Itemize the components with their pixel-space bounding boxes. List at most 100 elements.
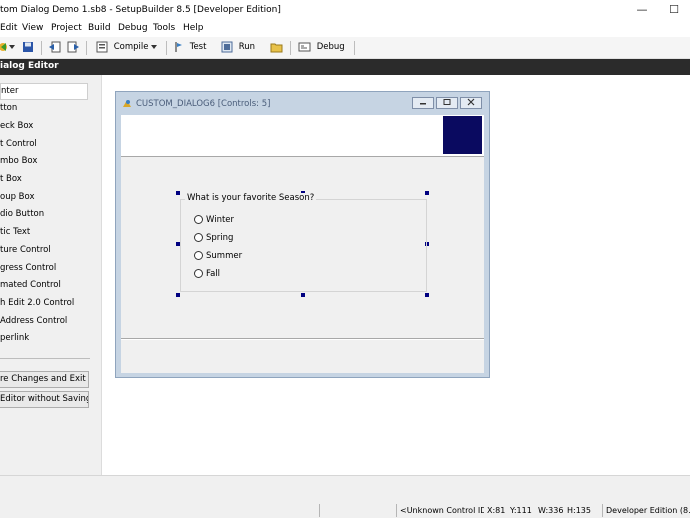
control-item-radio-button[interactable]: dio Button <box>0 206 100 223</box>
toolbar-separator <box>86 41 87 55</box>
dialog-close-button[interactable] <box>460 97 482 109</box>
control-item-picture[interactable]: ture Control <box>0 242 100 259</box>
radio-summer[interactable]: Summer <box>194 250 242 262</box>
control-item-list-box[interactable]: t Box <box>0 171 100 188</box>
palette-divider <box>0 358 90 359</box>
dialog-editor-title: ialog Editor <box>0 61 59 71</box>
dialog-footer-divider <box>121 338 484 340</box>
undo-icon <box>49 41 61 52</box>
radio-spring[interactable]: Spring <box>194 232 233 244</box>
test-button[interactable]: Test <box>174 40 206 55</box>
group-box-title: What is your favorite Season? <box>185 193 317 203</box>
menu-tools[interactable]: Tools <box>153 23 175 33</box>
control-item-hyperlink[interactable]: perlink <box>0 330 100 347</box>
banner-image <box>443 116 482 154</box>
chevron-down-icon <box>9 45 15 49</box>
toolbar-separator <box>41 41 42 55</box>
status-x: X:81 <box>487 506 506 515</box>
status-area <box>0 475 690 504</box>
menu-debug[interactable]: Debug <box>118 23 148 33</box>
undo-button[interactable] <box>48 40 62 55</box>
radio-label: Summer <box>206 251 243 261</box>
open-button[interactable] <box>0 40 8 55</box>
run-button[interactable]: Run <box>221 40 255 55</box>
compile-icon <box>96 41 108 52</box>
toolbar-separator <box>354 41 355 55</box>
radio-circle-icon <box>194 251 203 260</box>
compile-label: Compile <box>113 42 149 52</box>
chevron-down-icon <box>151 44 157 49</box>
minimize-button[interactable]: — <box>626 0 658 22</box>
control-palette: nter tton eck Box t Control mbo Box t Bo… <box>0 75 102 475</box>
maximize-icon <box>443 99 451 105</box>
status-pane-empty <box>319 504 398 517</box>
status-y: Y:111 <box>510 506 532 515</box>
selection-handle[interactable] <box>301 293 305 297</box>
custom-dialog-window[interactable]: CUSTOM_DIALOG6 [Controls: 5] What is you… <box>115 91 490 378</box>
selection-handle[interactable] <box>425 293 429 297</box>
dialog-minimize-button[interactable] <box>412 97 434 109</box>
dialog-app-icon <box>123 100 131 107</box>
menu-help[interactable]: Help <box>183 23 204 33</box>
control-item-group-box[interactable]: oup Box <box>0 189 100 206</box>
compile-button[interactable]: Compile <box>96 40 148 55</box>
open-dropdown-arrow[interactable] <box>9 40 15 55</box>
control-item-progress[interactable]: gress Control <box>0 260 100 277</box>
radio-fall[interactable]: Fall <box>194 268 220 280</box>
redo-icon <box>67 41 79 52</box>
save-button[interactable] <box>22 40 34 55</box>
control-item-rich-edit[interactable]: h Edit 2.0 Control <box>0 295 100 312</box>
toolbar: Compile Test Run Debug <box>0 37 690 59</box>
control-item-button[interactable]: tton <box>0 100 100 117</box>
menu-edit[interactable]: Edit <box>0 23 17 33</box>
radio-circle-icon <box>194 215 203 224</box>
control-item-pointer[interactable]: nter <box>0 83 88 100</box>
status-height: H:135 <box>567 506 591 515</box>
status-width: W:336 <box>538 506 564 515</box>
control-item-animated[interactable]: mated Control <box>0 277 100 294</box>
radio-label: Spring <box>206 233 234 243</box>
control-item-edit-control[interactable]: t Control <box>0 136 100 153</box>
compile-dropdown-arrow[interactable] <box>151 40 157 55</box>
dialog-client-area: What is your favorite Season? Winter Spr… <box>121 115 484 373</box>
dialog-maximize-button[interactable] <box>436 97 458 109</box>
toolbar-separator <box>290 41 291 55</box>
selection-handle[interactable] <box>176 293 180 297</box>
menu-project[interactable]: Project <box>51 23 82 33</box>
run-label: Run <box>238 42 256 52</box>
window-title: tom Dialog Demo 1.sb8 - SetupBuilder 8.5… <box>0 5 281 15</box>
control-item-ip-address[interactable]: Address Control <box>0 313 100 330</box>
exit-without-saving-button[interactable]: Editor without Saving <box>0 391 89 408</box>
control-item-static-text[interactable]: tic Text <box>0 224 100 241</box>
radio-circle-icon <box>194 233 203 242</box>
redo-button[interactable] <box>66 40 80 55</box>
control-item-combo-box[interactable]: mbo Box <box>0 153 100 170</box>
menu-build[interactable]: Build <box>88 23 111 33</box>
minimize-icon <box>420 103 426 105</box>
season-group-box[interactable]: What is your favorite Season? Winter Spr… <box>180 193 427 292</box>
selection-handle[interactable] <box>425 191 429 195</box>
save-changes-exit-button[interactable]: re Changes and Exit <box>0 371 89 388</box>
open-icon <box>0 42 7 51</box>
menu-bar: Edit View Project Build Debug Tools Help <box>0 22 690 37</box>
dialog-banner <box>121 115 484 157</box>
dialog-caption: CUSTOM_DIALOG6 [Controls: 5] <box>136 99 271 109</box>
status-control-id: <Unknown Control ID> <box>396 504 484 517</box>
selection-handle[interactable] <box>176 191 180 195</box>
debug-button[interactable]: Debug <box>298 40 345 55</box>
close-icon <box>467 98 475 106</box>
open-folder-button[interactable] <box>270 40 283 55</box>
menu-view[interactable]: View <box>22 23 43 33</box>
radio-circle-icon <box>194 269 203 278</box>
test-icon <box>175 41 182 52</box>
radio-winter[interactable]: Winter <box>194 214 234 226</box>
debug-label: Debug <box>316 42 345 52</box>
folder-icon <box>270 43 283 52</box>
maximize-button[interactable]: ☐ <box>658 0 690 22</box>
test-label: Test <box>189 42 207 52</box>
radio-label: Fall <box>206 269 221 279</box>
radio-label: Winter <box>206 215 235 225</box>
control-item-check-box[interactable]: eck Box <box>0 118 100 135</box>
toolbar-separator <box>166 41 167 55</box>
debug-icon <box>298 42 311 51</box>
